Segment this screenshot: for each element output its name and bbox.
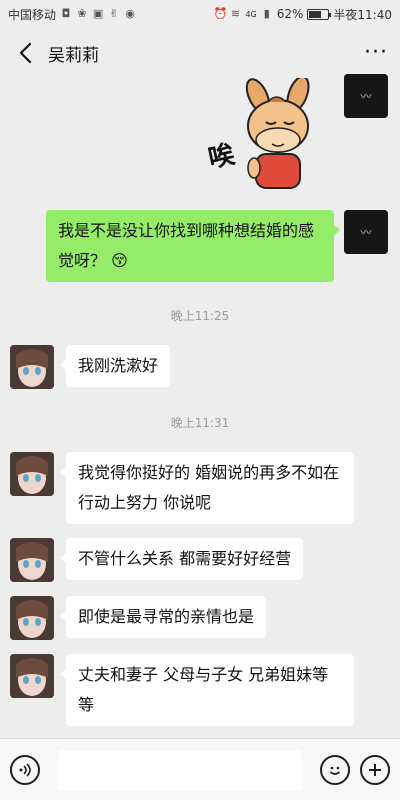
back-button[interactable]	[12, 38, 38, 68]
voice-icon	[19, 762, 31, 777]
app-notification-icon: ❀	[77, 7, 87, 20]
signal-icon: ▮	[263, 7, 270, 20]
app-notification-icon: ▣	[92, 7, 104, 20]
message-row-self-sticker: 〰 唉	[0, 74, 400, 198]
contact-avatar[interactable]	[10, 596, 54, 640]
clock: 半夜11:40	[333, 7, 392, 22]
message-row-other: 即使是最寻常的亲情也是	[0, 596, 400, 640]
message-bubble-other[interactable]: 不管什么关系 都需要好好经营	[59, 538, 304, 580]
message-bubble-other[interactable]: 我刚洗漱好	[59, 345, 171, 387]
svg-text:〰: 〰	[361, 226, 372, 239]
wifi-icon: ≋	[230, 7, 241, 20]
message-bubble-other[interactable]: 我觉得你挺好的 婚姻说的再多不如在行动上努力 你说呢	[60, 452, 354, 524]
chat-header: 吴莉莉 ···	[0, 28, 400, 78]
network-type: 4G	[245, 9, 257, 19]
timestamp: 晚上11:31	[170, 416, 230, 430]
message-text: 我是不是没让你找到哪种想结婚的感觉呀？	[58, 221, 315, 270]
contact-avatar[interactable]	[10, 538, 54, 582]
message-row-other: 我觉得你挺好的 婚姻说的再多不如在行动上努力 你说呢	[0, 452, 400, 526]
notification-icon: ◘	[61, 7, 71, 20]
status-left: 中国移动 ◘ ❀ ▣ ✌ ◉	[8, 6, 136, 23]
carrier-label: 中国移动	[8, 7, 57, 22]
contact-avatar[interactable]	[10, 654, 54, 698]
chat-history[interactable]: 〰 唉 〰 我是不是没让你找到哪种想结婚的感觉呀？ 😚 晚上11:25 我刚洗漱…	[0, 74, 400, 738]
smiley-icon	[329, 766, 341, 775]
plus-icon	[369, 763, 381, 776]
message-input[interactable]	[58, 749, 302, 790]
voice-input-button[interactable]	[10, 754, 40, 785]
sticker-message[interactable]: 唉	[206, 75, 324, 198]
app-notification-icon: ✌	[109, 7, 119, 20]
avatar-image	[10, 345, 54, 389]
avatar-image	[10, 654, 54, 698]
alarm-icon: ⏰	[213, 7, 228, 20]
message-row-other: 丈夫和妻子 父母与子女 兄弟姐妹等等	[0, 654, 400, 728]
self-avatar[interactable]: 〰	[344, 210, 388, 254]
avatar-image	[10, 538, 54, 582]
app-notification-icon: ◉	[125, 7, 135, 20]
more-functions-button[interactable]	[360, 754, 390, 785]
battery-fill	[309, 10, 321, 18]
contact-name: 吴莉莉	[48, 45, 99, 66]
avatar-image: 〰	[344, 210, 388, 254]
svg-text:〰: 〰	[361, 90, 372, 103]
message-row-other: 我刚洗漱好	[0, 345, 400, 389]
avatar-image: 〰	[344, 74, 388, 118]
battery-icon	[307, 8, 332, 20]
emoji-button[interactable]	[320, 754, 350, 785]
self-avatar[interactable]: 〰	[344, 74, 388, 118]
contact-avatar[interactable]	[10, 452, 54, 496]
status-bar: 中国移动 ◘ ❀ ▣ ✌ ◉ ⏰ ≋ 4G ▮ 62% 半夜11:40	[0, 0, 400, 28]
more-options-button[interactable]: ···	[364, 42, 388, 64]
message-bubble-other[interactable]: 即使是最寻常的亲情也是	[59, 596, 267, 638]
status-right: ⏰ ≋ 4G ▮ 62% 半夜11:40	[213, 6, 392, 23]
contact-avatar[interactable]	[10, 345, 54, 389]
avatar-image	[10, 596, 54, 640]
chevron-left-icon	[19, 42, 32, 64]
timestamp: 晚上11:25	[170, 309, 230, 323]
kissing-face-emoji: 😚	[111, 251, 128, 270]
avatar-image	[10, 452, 54, 496]
battery-percent: 62%	[276, 7, 304, 21]
message-bubble-other[interactable]: 丈夫和妻子 父母与子女 兄弟姐妹等等	[60, 654, 354, 726]
message-bubble-self[interactable]: 我是不是没让你找到哪种想结婚的感觉呀？ 😚	[46, 210, 340, 282]
message-row-self: 〰 我是不是没让你找到哪种想结婚的感觉呀？ 😚	[0, 210, 400, 284]
input-bar	[0, 738, 400, 800]
message-row-other: 不管什么关系 都需要好好经营	[0, 538, 400, 582]
